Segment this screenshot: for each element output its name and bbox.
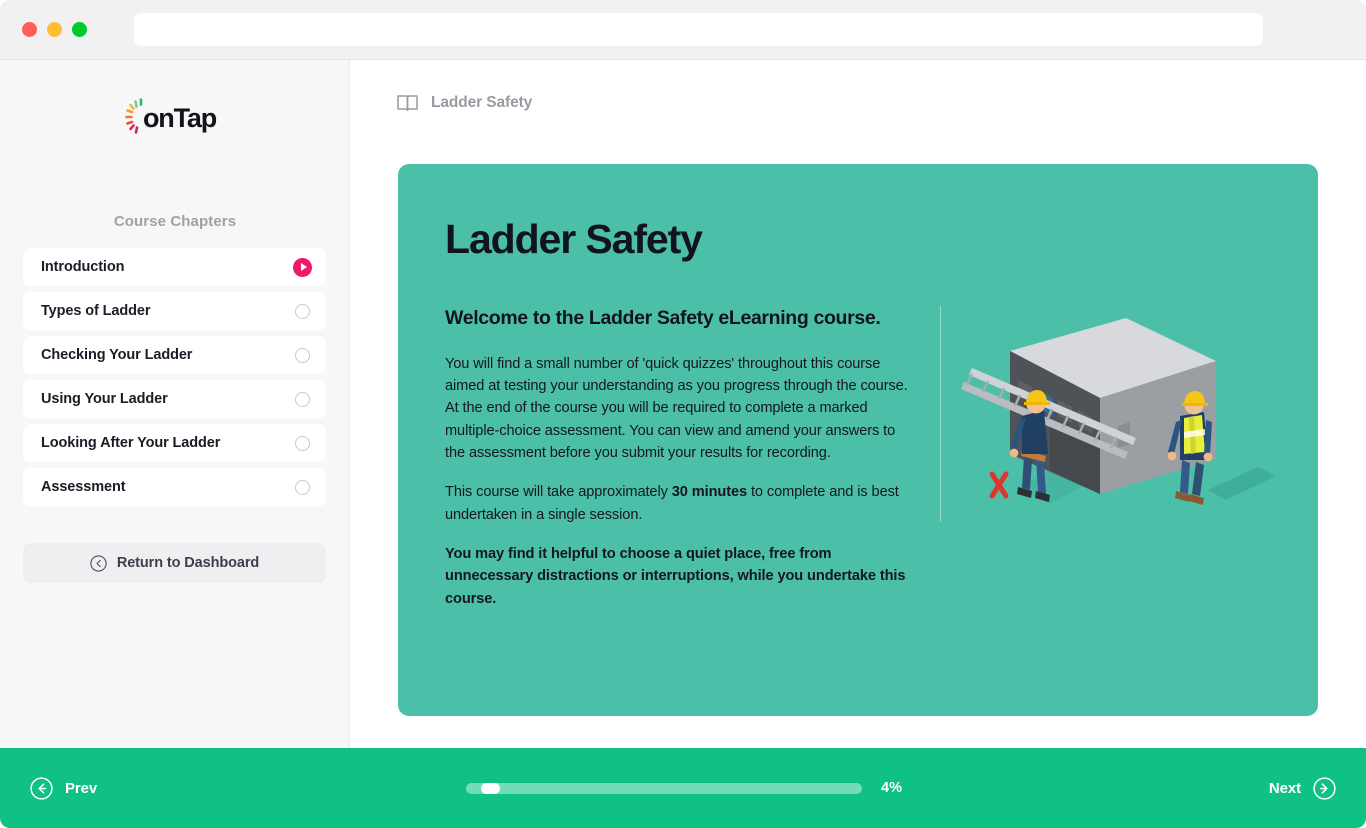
address-bar[interactable]: [134, 13, 1263, 46]
next-label: Next: [1268, 779, 1301, 797]
lesson-paragraph-2-pre: This course will take approximately: [445, 484, 672, 501]
chapter-list: Introduction Types of Ladder Checking Yo…: [23, 248, 326, 506]
lesson-duration-value: 30 minutes: [671, 484, 747, 501]
svg-text:onTap: onTap: [143, 103, 217, 133]
traffic-lights: [22, 22, 87, 37]
play-icon[interactable]: [293, 257, 312, 277]
chapter-item-introduction[interactable]: Introduction: [23, 248, 326, 286]
chapter-item-types-of-ladder[interactable]: Types of Ladder: [23, 292, 326, 330]
chapter-label: Assessment: [41, 479, 126, 495]
course-footer: Prev 4% Next: [0, 748, 1366, 828]
arrow-left-circle-icon: [30, 776, 53, 800]
workers-carrying-ladder-illustration: [961, 318, 1276, 505]
breadcrumb[interactable]: Ladder Safety: [397, 94, 532, 112]
incomplete-circle-icon: [295, 303, 310, 319]
next-button[interactable]: Next: [1268, 776, 1336, 800]
sidebar: onTap Course Chapters Introduction Types…: [0, 60, 350, 748]
chapter-item-using-your-ladder[interactable]: Using Your Ladder: [23, 380, 326, 418]
lesson-paragraph-1: You will find a small number of 'quick q…: [445, 355, 908, 461]
red-cross-mark: [989, 471, 1009, 499]
course-chapters-heading: Course Chapters: [113, 213, 237, 230]
book-icon: [397, 95, 418, 111]
lesson-paragraph-2: This course will take approximately 30 m…: [445, 481, 915, 526]
chapter-item-looking-after-your-ladder[interactable]: Looking After Your Ladder: [23, 424, 326, 462]
progress-knob[interactable]: [481, 782, 501, 794]
progress-section: 4%: [466, 780, 902, 796]
incomplete-circle-icon: [295, 479, 310, 495]
browser-window: onTap Course Chapters Introduction Types…: [0, 0, 1366, 828]
lesson-text-block: Welcome to the Ladder Safety eLearning c…: [445, 305, 915, 610]
ontap-logo-icon: onTap: [125, 98, 218, 134]
chapter-label: Introduction: [41, 259, 125, 275]
lesson-card: Ladder Safety Welcome to the Ladder Safe…: [398, 164, 1318, 716]
incomplete-circle-icon: [295, 391, 310, 407]
main-content: Ladder Safety Ladder Safety Welcome to t…: [350, 60, 1366, 748]
incomplete-circle-icon: [295, 435, 310, 451]
chapter-label: Types of Ladder: [41, 303, 151, 319]
prev-button[interactable]: Prev: [30, 776, 98, 800]
return-to-dashboard-label: Return to Dashboard: [116, 555, 260, 571]
close-window-button[interactable]: [22, 22, 37, 37]
browser-chrome: [0, 0, 1366, 60]
return-to-dashboard-button[interactable]: Return to Dashboard: [23, 543, 326, 583]
progress-bar[interactable]: [466, 782, 862, 794]
chapter-label: Looking After Your Ladder: [41, 435, 221, 451]
chapter-item-checking-your-ladder[interactable]: Checking Your Ladder: [23, 336, 326, 374]
ontap-logo[interactable]: onTap: [0, 90, 350, 144]
progress-percent-label: 4%: [881, 780, 902, 796]
chapter-label: Using Your Ladder: [41, 391, 168, 407]
maximize-window-button[interactable]: [72, 22, 87, 37]
breadcrumb-label: Ladder Safety: [431, 94, 533, 111]
chapter-item-assessment[interactable]: Assessment: [23, 468, 326, 506]
arrow-left-circle-icon: [90, 554, 107, 572]
chapter-label: Checking Your Ladder: [41, 347, 193, 363]
vertical-divider: [940, 306, 941, 522]
prev-label: Prev: [65, 779, 98, 797]
incomplete-circle-icon: [295, 347, 310, 363]
lesson-subtitle: Welcome to the Ladder Safety eLearning c…: [445, 307, 881, 329]
lesson-paragraph-3: You may find it helpful to choose a quie…: [445, 545, 906, 607]
minimize-window-button[interactable]: [47, 22, 62, 37]
arrow-right-circle-icon: [1313, 776, 1336, 800]
page-title: Ladder Safety: [445, 216, 703, 262]
